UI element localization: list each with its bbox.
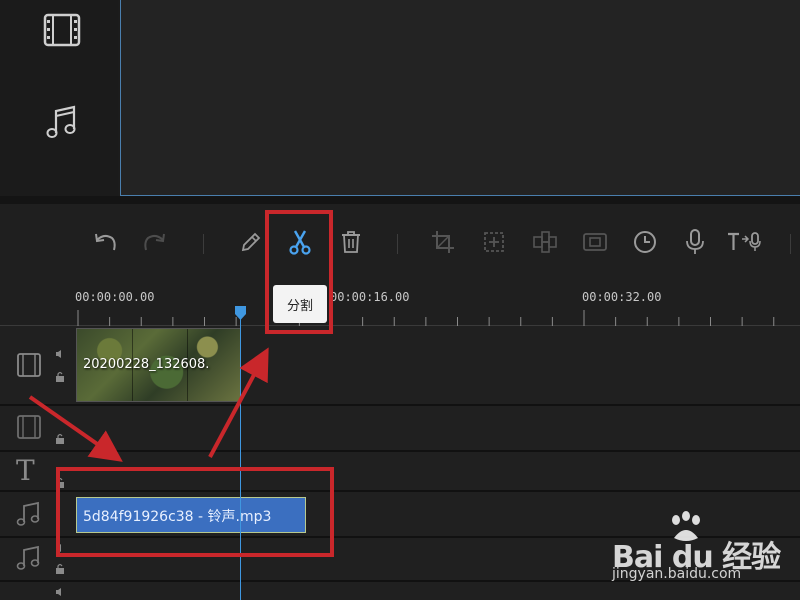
watermark-domain: jingyan.baidu.com xyxy=(612,566,742,582)
baidu-watermark: Bai du 经验 jingyan.baidu.com xyxy=(612,510,792,590)
annotation-arrow xyxy=(208,347,269,458)
annotation-arrow xyxy=(28,395,123,462)
